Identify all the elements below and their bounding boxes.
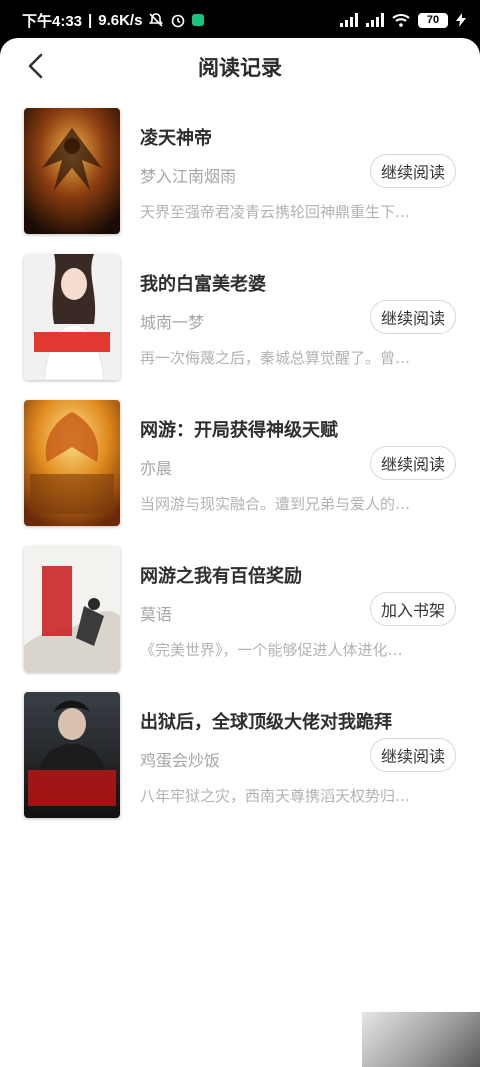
book-cover[interactable] xyxy=(24,108,120,234)
book-author: 梦入江南烟雨 xyxy=(140,167,237,186)
book-description: 再一次侮蔑之后，秦城总算觉醒了。曾… xyxy=(140,349,411,367)
reading-history-screen: 阅读记录 凌天神帝 梦入江南烟雨 继续阅读 天界至强帝君凌青云携轮回神鼎重生下… xyxy=(0,38,480,1067)
header: 阅读记录 xyxy=(0,38,480,96)
book-description: 当网游与现实融合。遭到兄弟与爱人的… xyxy=(140,495,411,513)
page-title: 阅读记录 xyxy=(198,56,282,80)
mute-icon xyxy=(148,12,164,28)
book-cover[interactable] xyxy=(24,400,120,526)
book-cover[interactable] xyxy=(24,546,120,672)
book-author: 亦晨 xyxy=(140,459,173,478)
book-item[interactable]: 网游：开局获得神级天赋 亦晨 继续阅读 当网游与现实融合。遭到兄弟与爱人的… xyxy=(0,400,480,546)
status-network-speed: 9.6K/s xyxy=(98,11,143,29)
back-button[interactable] xyxy=(18,48,54,84)
book-description: 天界至强帝君凌青云携轮回神鼎重生下… xyxy=(140,203,411,221)
signal-icon-2 xyxy=(366,13,384,27)
book-title[interactable]: 网游：开局获得神级天赋 xyxy=(140,416,338,442)
book-title[interactable]: 网游之我有百倍奖励 xyxy=(140,562,302,588)
continue-reading-button[interactable]: 继续阅读 xyxy=(369,738,456,772)
book-cover[interactable] xyxy=(24,692,120,818)
book-item[interactable]: 出狱后，全球顶级大佬对我跪拜 鸡蛋会炒饭 继续阅读 八年牢狱之灾，西南天尊携滔天… xyxy=(0,692,480,838)
book-author: 鸡蛋会炒饭 xyxy=(140,751,221,770)
status-divider: | xyxy=(88,11,93,29)
continue-reading-button[interactable]: 继续阅读 xyxy=(369,154,456,188)
wifi-icon xyxy=(392,13,410,27)
book-title[interactable]: 我的白富美老婆 xyxy=(140,270,266,296)
charging-icon xyxy=(456,13,466,27)
book-title[interactable]: 出狱后，全球顶级大佬对我跪拜 xyxy=(140,708,392,734)
add-to-bookshelf-button[interactable]: 加入书架 xyxy=(369,592,456,626)
continue-reading-button[interactable]: 继续阅读 xyxy=(369,300,456,334)
app-notification-icon xyxy=(192,14,205,26)
book-description: 八年牢狱之灾，西南天尊携滔天权势归… xyxy=(140,787,411,805)
book-item[interactable]: 我的白富美老婆 城南一梦 继续阅读 再一次侮蔑之后，秦城总算觉醒了。曾… xyxy=(0,254,480,400)
book-title[interactable]: 凌天神帝 xyxy=(140,124,212,150)
status-time: 下午4:33 xyxy=(22,12,83,30)
status-bar: 下午4:33 | 9.6K/s 70 xyxy=(0,0,480,40)
book-item[interactable]: 网游之我有百倍奖励 莫语 加入书架 《完美世界》，一个能够促进人体进化… xyxy=(0,546,480,692)
corner-overlay xyxy=(362,1012,480,1067)
continue-reading-button[interactable]: 继续阅读 xyxy=(369,446,456,480)
book-list: 凌天神帝 梦入江南烟雨 继续阅读 天界至强帝君凌青云携轮回神鼎重生下… 我的白富… xyxy=(0,96,480,838)
book-author: 城南一梦 xyxy=(140,313,205,332)
signal-icon-1 xyxy=(340,13,358,27)
book-item[interactable]: 凌天神帝 梦入江南烟雨 继续阅读 天界至强帝君凌青云携轮回神鼎重生下… xyxy=(0,108,480,254)
chevron-left-icon xyxy=(28,53,43,79)
alarm-icon xyxy=(170,12,186,28)
book-author: 莫语 xyxy=(140,605,173,624)
battery-indicator: 70 xyxy=(418,12,448,28)
book-description: 《完美世界》，一个能够促进人体进化… xyxy=(140,641,403,659)
book-cover[interactable] xyxy=(24,254,120,380)
